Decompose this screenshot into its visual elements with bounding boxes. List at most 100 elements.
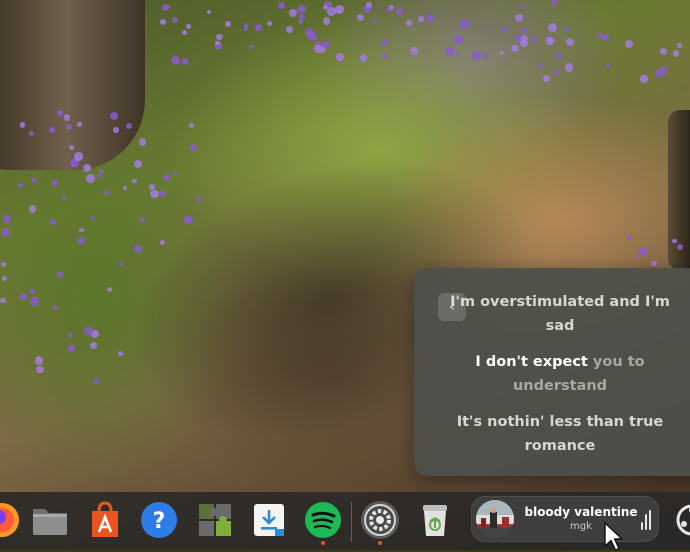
bluebell-flower	[56, 271, 64, 278]
bluebell-flower	[68, 144, 75, 150]
bluebell-flower	[627, 234, 633, 240]
help-icon[interactable]: ?	[139, 500, 179, 540]
puzzle-icon[interactable]	[195, 500, 235, 540]
apps-grid-icon[interactable]	[672, 500, 690, 540]
bluebell-flower	[50, 219, 56, 225]
folder-icon[interactable]	[30, 500, 70, 540]
bluebell-flower	[138, 138, 147, 146]
bluebell-flower	[94, 378, 100, 384]
bluebell-flower	[601, 33, 609, 41]
trash-icon[interactable]	[415, 500, 455, 540]
bluebell-flower	[676, 244, 683, 251]
bluebell-flower	[405, 20, 412, 26]
bluebell-flower	[636, 253, 641, 258]
bluebell-flower	[381, 40, 387, 46]
bluebell-flower	[536, 64, 542, 70]
dock-separator	[351, 502, 352, 542]
bluebell-flower	[132, 178, 137, 184]
firefox-icon[interactable]	[0, 500, 22, 540]
bluebell-flower	[553, 69, 559, 75]
bluebell-flower	[410, 47, 418, 55]
bluebell-flower	[672, 50, 680, 57]
bluebell-flower	[140, 217, 145, 222]
bluebell-flower	[52, 305, 58, 311]
bluebell-flower	[20, 293, 27, 300]
bluebell-flower	[216, 33, 223, 41]
bluebell-flower	[109, 112, 118, 121]
bluebell-flower	[171, 56, 180, 66]
chevron-left-icon[interactable]: ‹	[438, 293, 466, 321]
bluebell-flower	[563, 26, 570, 32]
media-player-widget[interactable]: bloody valentine mgk	[471, 496, 659, 542]
bluebell-flower	[288, 9, 297, 18]
bluebell-flower	[286, 26, 293, 33]
bluebell-flower	[31, 177, 37, 184]
bluebell-flower	[388, 5, 394, 10]
bluebell-flower	[28, 205, 37, 213]
running-indicator	[378, 541, 382, 545]
bluebell-flower	[304, 28, 314, 37]
gear-icon[interactable]	[360, 500, 400, 545]
bluebell-flower	[359, 54, 367, 62]
bluebell-flower	[65, 124, 72, 131]
running-indicator	[321, 541, 325, 545]
audio-bars-icon	[641, 510, 653, 530]
bluebell-flower	[29, 297, 39, 306]
svg-text:?: ?	[153, 509, 166, 534]
bluebell-flower	[677, 43, 682, 48]
bluebell-flower	[297, 4, 306, 14]
bluebell-flower	[336, 52, 345, 61]
bluebell-flower	[511, 44, 519, 53]
bluebell-flower	[49, 127, 55, 133]
bluebell-flower	[471, 51, 481, 61]
bluebell-flower	[445, 47, 454, 56]
bluebell-flower	[426, 13, 434, 22]
bluebell-flower	[79, 227, 84, 233]
bluebell-flower	[84, 327, 93, 336]
bluebell-flower	[86, 174, 95, 183]
bluebell-flower	[564, 63, 574, 72]
bluebell-flower	[77, 236, 85, 245]
bluebell-flower	[63, 114, 71, 121]
bluebell-flower	[150, 189, 159, 199]
bluebell-flower	[498, 50, 504, 56]
bluebell-flower	[545, 36, 554, 45]
bluebell-flower	[0, 262, 6, 268]
bluebell-flower	[520, 40, 528, 48]
lyric-line-current: I don't expect you to understand	[435, 350, 685, 398]
lyrics-popup: ‹ I'm overstimulated and I'm sad I don't…	[414, 268, 690, 476]
bluebell-flower	[2, 214, 11, 223]
bluebell-flower	[51, 179, 58, 187]
bluebell-flower	[122, 185, 128, 190]
bluebell-flower	[382, 54, 387, 59]
bluebell-flower	[119, 261, 124, 266]
bluebell-flower	[0, 227, 10, 237]
bluebell-flower	[76, 122, 82, 127]
lyric-line-next: It's nothin' less than true romance	[456, 414, 664, 454]
track-title: bloody valentine	[524, 505, 638, 519]
bluebell-flower	[640, 75, 648, 83]
bluebell-flower	[184, 215, 194, 225]
bluebell-flower	[214, 40, 220, 46]
bluebell-flower	[74, 151, 83, 161]
bluebell-flower	[163, 174, 170, 181]
app-center-icon[interactable]	[85, 500, 125, 540]
lyric-sung-part: I don't expect	[475, 354, 588, 370]
bluebell-flower	[521, 28, 527, 34]
bluebell-flower	[82, 163, 91, 172]
bluebell-flower	[624, 39, 633, 48]
lyric-line-past: I'm overstimulated and I'm sad	[450, 294, 670, 334]
bluebell-flower	[186, 24, 191, 29]
bluebell-flower	[255, 24, 262, 31]
download-icon[interactable]	[249, 500, 289, 540]
bluebell-flower	[36, 365, 44, 374]
bluebell-flower	[356, 13, 364, 21]
bluebell-flower	[327, 7, 336, 16]
bluebell-flower	[134, 160, 143, 168]
bluebell-flower	[298, 19, 303, 25]
bluebell-flower	[277, 1, 285, 9]
spotify-icon[interactable]	[303, 500, 343, 545]
bluebell-flower	[454, 35, 463, 45]
bluebell-flower	[224, 20, 231, 27]
bluebell-flower	[548, 22, 557, 32]
